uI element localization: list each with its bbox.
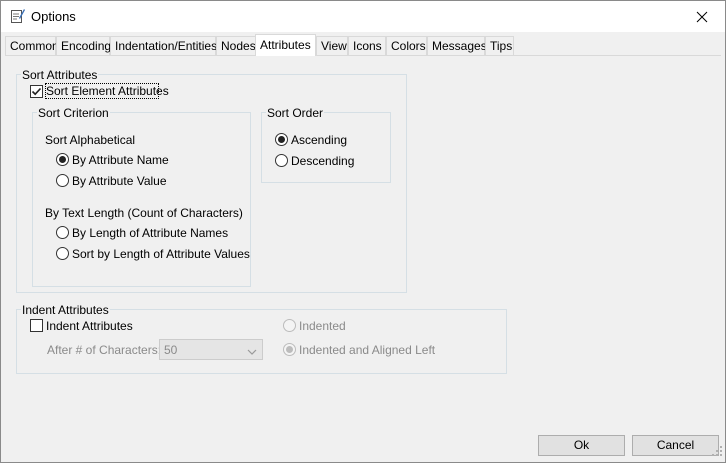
by-text-length-label: By Text Length (Count of Characters) — [45, 206, 243, 220]
tab-view[interactable]: View — [316, 36, 348, 55]
options-app-icon — [10, 8, 25, 24]
tab-colors[interactable]: Colors — [386, 36, 427, 55]
indented-aligned-left-radio[interactable] — [283, 343, 296, 356]
options-dialog: Options Common Encoding Indentation/Enti… — [0, 0, 726, 463]
ascending-label[interactable]: Ascending — [291, 133, 347, 147]
tab-attributes[interactable]: Attributes — [255, 34, 316, 56]
ok-button[interactable]: Ok — [538, 435, 625, 456]
sort-alphabetical-label: Sort Alphabetical — [45, 133, 136, 147]
tab-common[interactable]: Common — [5, 36, 59, 55]
indent-attributes-checkbox[interactable] — [30, 319, 43, 332]
sort-order-legend: Sort Order — [266, 106, 325, 120]
cancel-button[interactable]: Cancel — [632, 435, 719, 456]
chevron-down-icon — [247, 345, 257, 359]
indented-label[interactable]: Indented — [299, 319, 346, 333]
by-length-attribute-names-radio[interactable] — [56, 226, 69, 239]
by-length-attribute-names-label[interactable]: By Length of Attribute Names — [72, 226, 228, 240]
indented-aligned-left-label[interactable]: Indented and Aligned Left — [299, 343, 435, 357]
by-attribute-value-label[interactable]: By Attribute Value — [72, 174, 167, 188]
indented-radio[interactable] — [283, 319, 296, 332]
tab-encoding[interactable]: Encoding — [56, 36, 111, 55]
descending-label[interactable]: Descending — [291, 154, 354, 168]
sort-order-group — [261, 112, 391, 183]
descending-radio[interactable] — [275, 154, 288, 167]
ascending-radio[interactable] — [275, 133, 288, 146]
by-attribute-name-radio[interactable] — [56, 153, 69, 166]
indent-attributes-label[interactable]: Indent Attributes — [46, 319, 133, 333]
by-length-attribute-values-label[interactable]: Sort by Length of Attribute Values — [72, 247, 250, 261]
title-bar: Options — [1, 1, 725, 32]
tab-nodes[interactable]: Nodes — [216, 36, 256, 55]
sort-criterion-legend: Sort Criterion — [37, 106, 110, 120]
after-characters-combo[interactable]: 50 — [159, 339, 263, 360]
tab-indentation-entities[interactable]: Indentation/Entities — [110, 36, 217, 55]
close-icon[interactable] — [679, 1, 725, 32]
sort-attributes-legend: Sort Attributes — [21, 68, 99, 82]
tab-tips[interactable]: Tips — [485, 36, 514, 55]
tab-messages[interactable]: Messages — [427, 36, 487, 55]
after-characters-label: After # of Characters: — [47, 343, 162, 357]
resize-grip-icon[interactable] — [712, 445, 722, 459]
tab-strip: Common Encoding Indentation/Entities Nod… — [1, 34, 725, 56]
after-characters-value: 50 — [164, 343, 178, 357]
by-attribute-name-label[interactable]: By Attribute Name — [72, 153, 169, 167]
indent-attributes-legend: Indent Attributes — [21, 303, 110, 317]
sort-element-attributes-label[interactable]: Sort Element Attributes — [46, 84, 169, 98]
window-title: Options — [31, 9, 76, 24]
by-length-attribute-values-radio[interactable] — [56, 247, 69, 260]
sort-element-attributes-checkbox[interactable] — [30, 85, 43, 98]
tab-icons[interactable]: Icons — [348, 36, 386, 55]
by-attribute-value-radio[interactable] — [56, 174, 69, 187]
attributes-page: Sort Attributes Sort Element Attributes … — [5, 55, 721, 429]
